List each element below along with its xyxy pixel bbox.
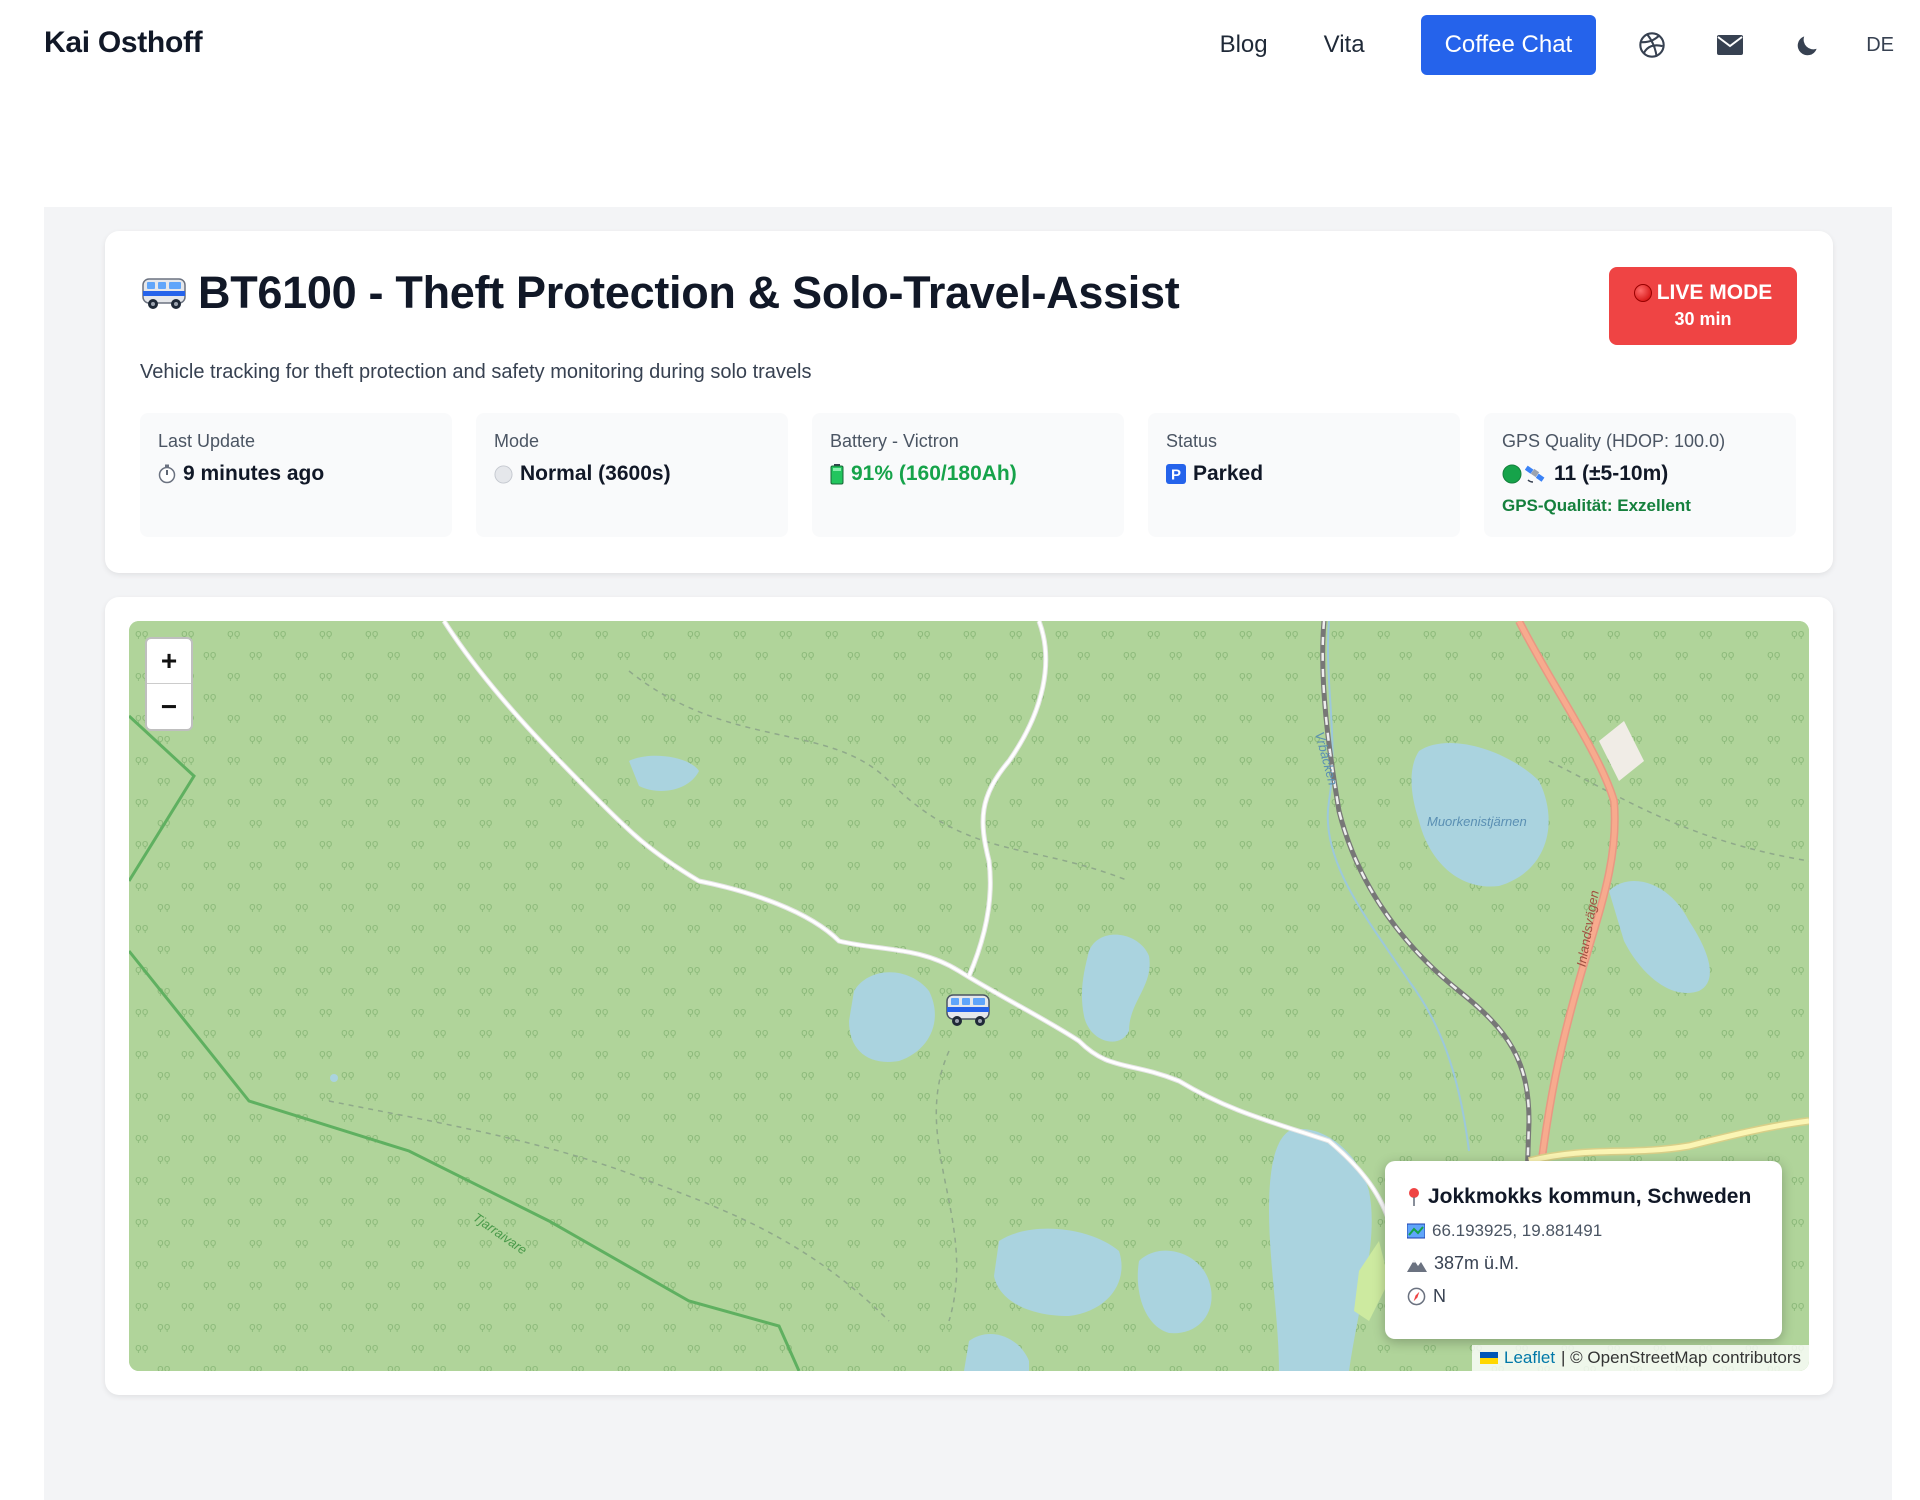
popup-heading: N	[1433, 1286, 1446, 1306]
zoom-control: + −	[145, 637, 193, 731]
live-mode-label: LIVE MODE	[1656, 281, 1773, 304]
top-navigation: Kai Osthoff Blog Vita Coffee Chat DE	[0, 0, 1920, 92]
popup-altitude: 387m ü.M.	[1434, 1253, 1520, 1273]
stat-value: Parked	[1193, 462, 1264, 485]
language-switch[interactable]: DE	[1866, 34, 1894, 57]
map-card: ϙϙ ϙϙ	[105, 597, 1833, 1395]
stat-gps-quality: GPS Quality (HDOP: 100.0) 11 (±5-10m) GP…	[1484, 413, 1796, 537]
moon-icon[interactable]	[1788, 25, 1828, 65]
stat-value: Normal (3600s)	[520, 462, 671, 485]
stat-label: Mode	[494, 431, 540, 451]
stat-value-row: 9 minutes ago	[158, 462, 434, 486]
gps-quality-note: GPS-Qualität: Exzellent	[1502, 496, 1691, 515]
osm-attribution: | © OpenStreetMap contributors	[1561, 1348, 1801, 1367]
stats-row: Last Update 9 minutes ago Mode Normal (3…	[140, 413, 1796, 537]
stat-label: Last Update	[158, 431, 256, 451]
parking-icon: P	[1166, 464, 1186, 484]
map-view[interactable]: ϙϙ ϙϙ	[129, 621, 1809, 1371]
satellite-icon	[1525, 464, 1547, 484]
map-attribution: Leaflet | © OpenStreetMap contributors	[1472, 1345, 1809, 1371]
title-row: BT6100 - Theft Protection & Solo-Travel-…	[140, 267, 1180, 319]
live-mode-interval: 30 min	[1674, 309, 1732, 329]
live-mode-label-row: LIVE MODE	[1609, 281, 1797, 305]
battery-icon	[830, 463, 844, 485]
white-circle-icon	[494, 464, 513, 484]
red-circle-icon	[1633, 284, 1652, 302]
stat-value: 9 minutes ago	[183, 462, 325, 485]
map-label-lake: Muorkenistjärnen	[1427, 814, 1527, 829]
stat-value-row: P Parked	[1166, 462, 1442, 486]
location-popup: Jokkmokks kommun, Schweden 66.193925, 19…	[1385, 1161, 1782, 1339]
compass-icon	[1407, 1287, 1426, 1306]
stat-label: Status	[1166, 431, 1218, 451]
pin-icon	[1407, 1187, 1421, 1207]
page-title: BT6100 - Theft Protection & Solo-Travel-…	[198, 267, 1180, 318]
tracker-info-card: BT6100 - Theft Protection & Solo-Travel-…	[105, 231, 1833, 573]
vehicle-marker-icon[interactable]	[944, 989, 992, 1031]
popup-place: Jokkmokks kommun, Schweden	[1428, 1185, 1752, 1208]
stat-status: Status P Parked	[1148, 413, 1460, 537]
nav-blog[interactable]: Blog	[1220, 31, 1268, 59]
svg-text:P: P	[1171, 467, 1181, 484]
popup-title-row: Jokkmokks kommun, Schweden	[1407, 1185, 1760, 1209]
stat-battery: Battery - Victron 91% (160/180Ah)	[812, 413, 1124, 537]
popup-altitude-row: 387m ü.M.	[1407, 1253, 1760, 1274]
stat-label: Battery - Victron	[830, 431, 959, 451]
map-icon	[1407, 1223, 1425, 1239]
leaflet-link[interactable]: Leaflet	[1504, 1348, 1555, 1368]
stopwatch-icon	[158, 464, 176, 484]
zoom-out-button[interactable]: −	[147, 684, 191, 729]
dribbble-icon[interactable]	[1632, 25, 1672, 65]
stat-value-row: 91% (160/180Ah)	[830, 462, 1106, 486]
stat-mode: Mode Normal (3600s)	[476, 413, 788, 537]
stat-value-row: Normal (3600s)	[494, 462, 770, 486]
popup-coords-row: 66.193925, 19.881491	[1407, 1221, 1760, 1241]
mail-icon[interactable]	[1710, 25, 1750, 65]
popup-coords: 66.193925, 19.881491	[1432, 1221, 1603, 1240]
popup-heading-row: N	[1407, 1286, 1760, 1307]
coffee-chat-button[interactable]: Coffee Chat	[1420, 15, 1597, 75]
stat-value: 11 (±5-10m)	[1554, 462, 1669, 485]
ukraine-flag-icon	[1480, 1352, 1498, 1364]
zoom-in-button[interactable]: +	[147, 639, 191, 684]
brand-logo[interactable]: Kai Osthoff	[44, 26, 203, 60]
stat-value: 91% (160/180Ah)	[851, 462, 1017, 485]
stat-label: GPS Quality (HDOP: 100.0)	[1502, 431, 1726, 451]
stat-value-row: 11 (±5-10m)	[1502, 462, 1778, 486]
page-subtitle: Vehicle tracking for theft protection an…	[140, 361, 812, 383]
van-icon	[142, 278, 186, 309]
mountain-icon	[1407, 1256, 1427, 1272]
live-mode-badge[interactable]: LIVE MODE 30 min	[1609, 267, 1797, 345]
nav-menu: Blog Vita Coffee Chat DE	[1220, 15, 1894, 75]
stat-last-update: Last Update 9 minutes ago	[140, 413, 452, 537]
nav-vita[interactable]: Vita	[1324, 31, 1365, 59]
green-circle-icon	[1502, 464, 1522, 484]
